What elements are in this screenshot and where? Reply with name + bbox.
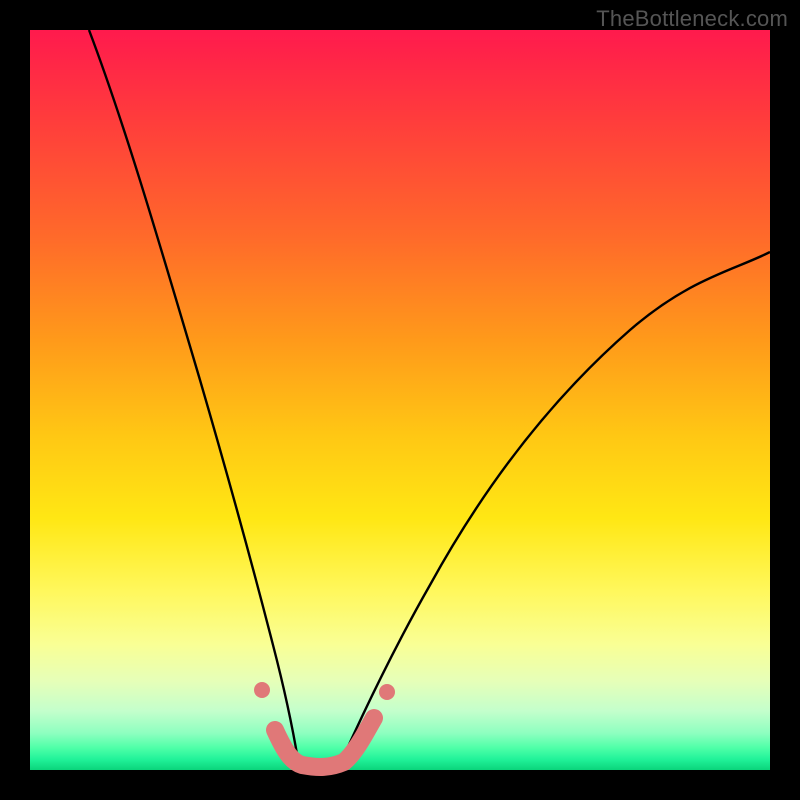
- highlight-dot-right: [379, 684, 395, 700]
- chart-svg: [30, 30, 770, 770]
- curve-right-branch: [342, 252, 770, 760]
- watermark-text: TheBottleneck.com: [596, 6, 788, 32]
- curve-left-branch: [89, 30, 298, 760]
- chart-frame: TheBottleneck.com: [0, 0, 800, 800]
- plot-area: [30, 30, 770, 770]
- highlight-dot-left: [254, 682, 270, 698]
